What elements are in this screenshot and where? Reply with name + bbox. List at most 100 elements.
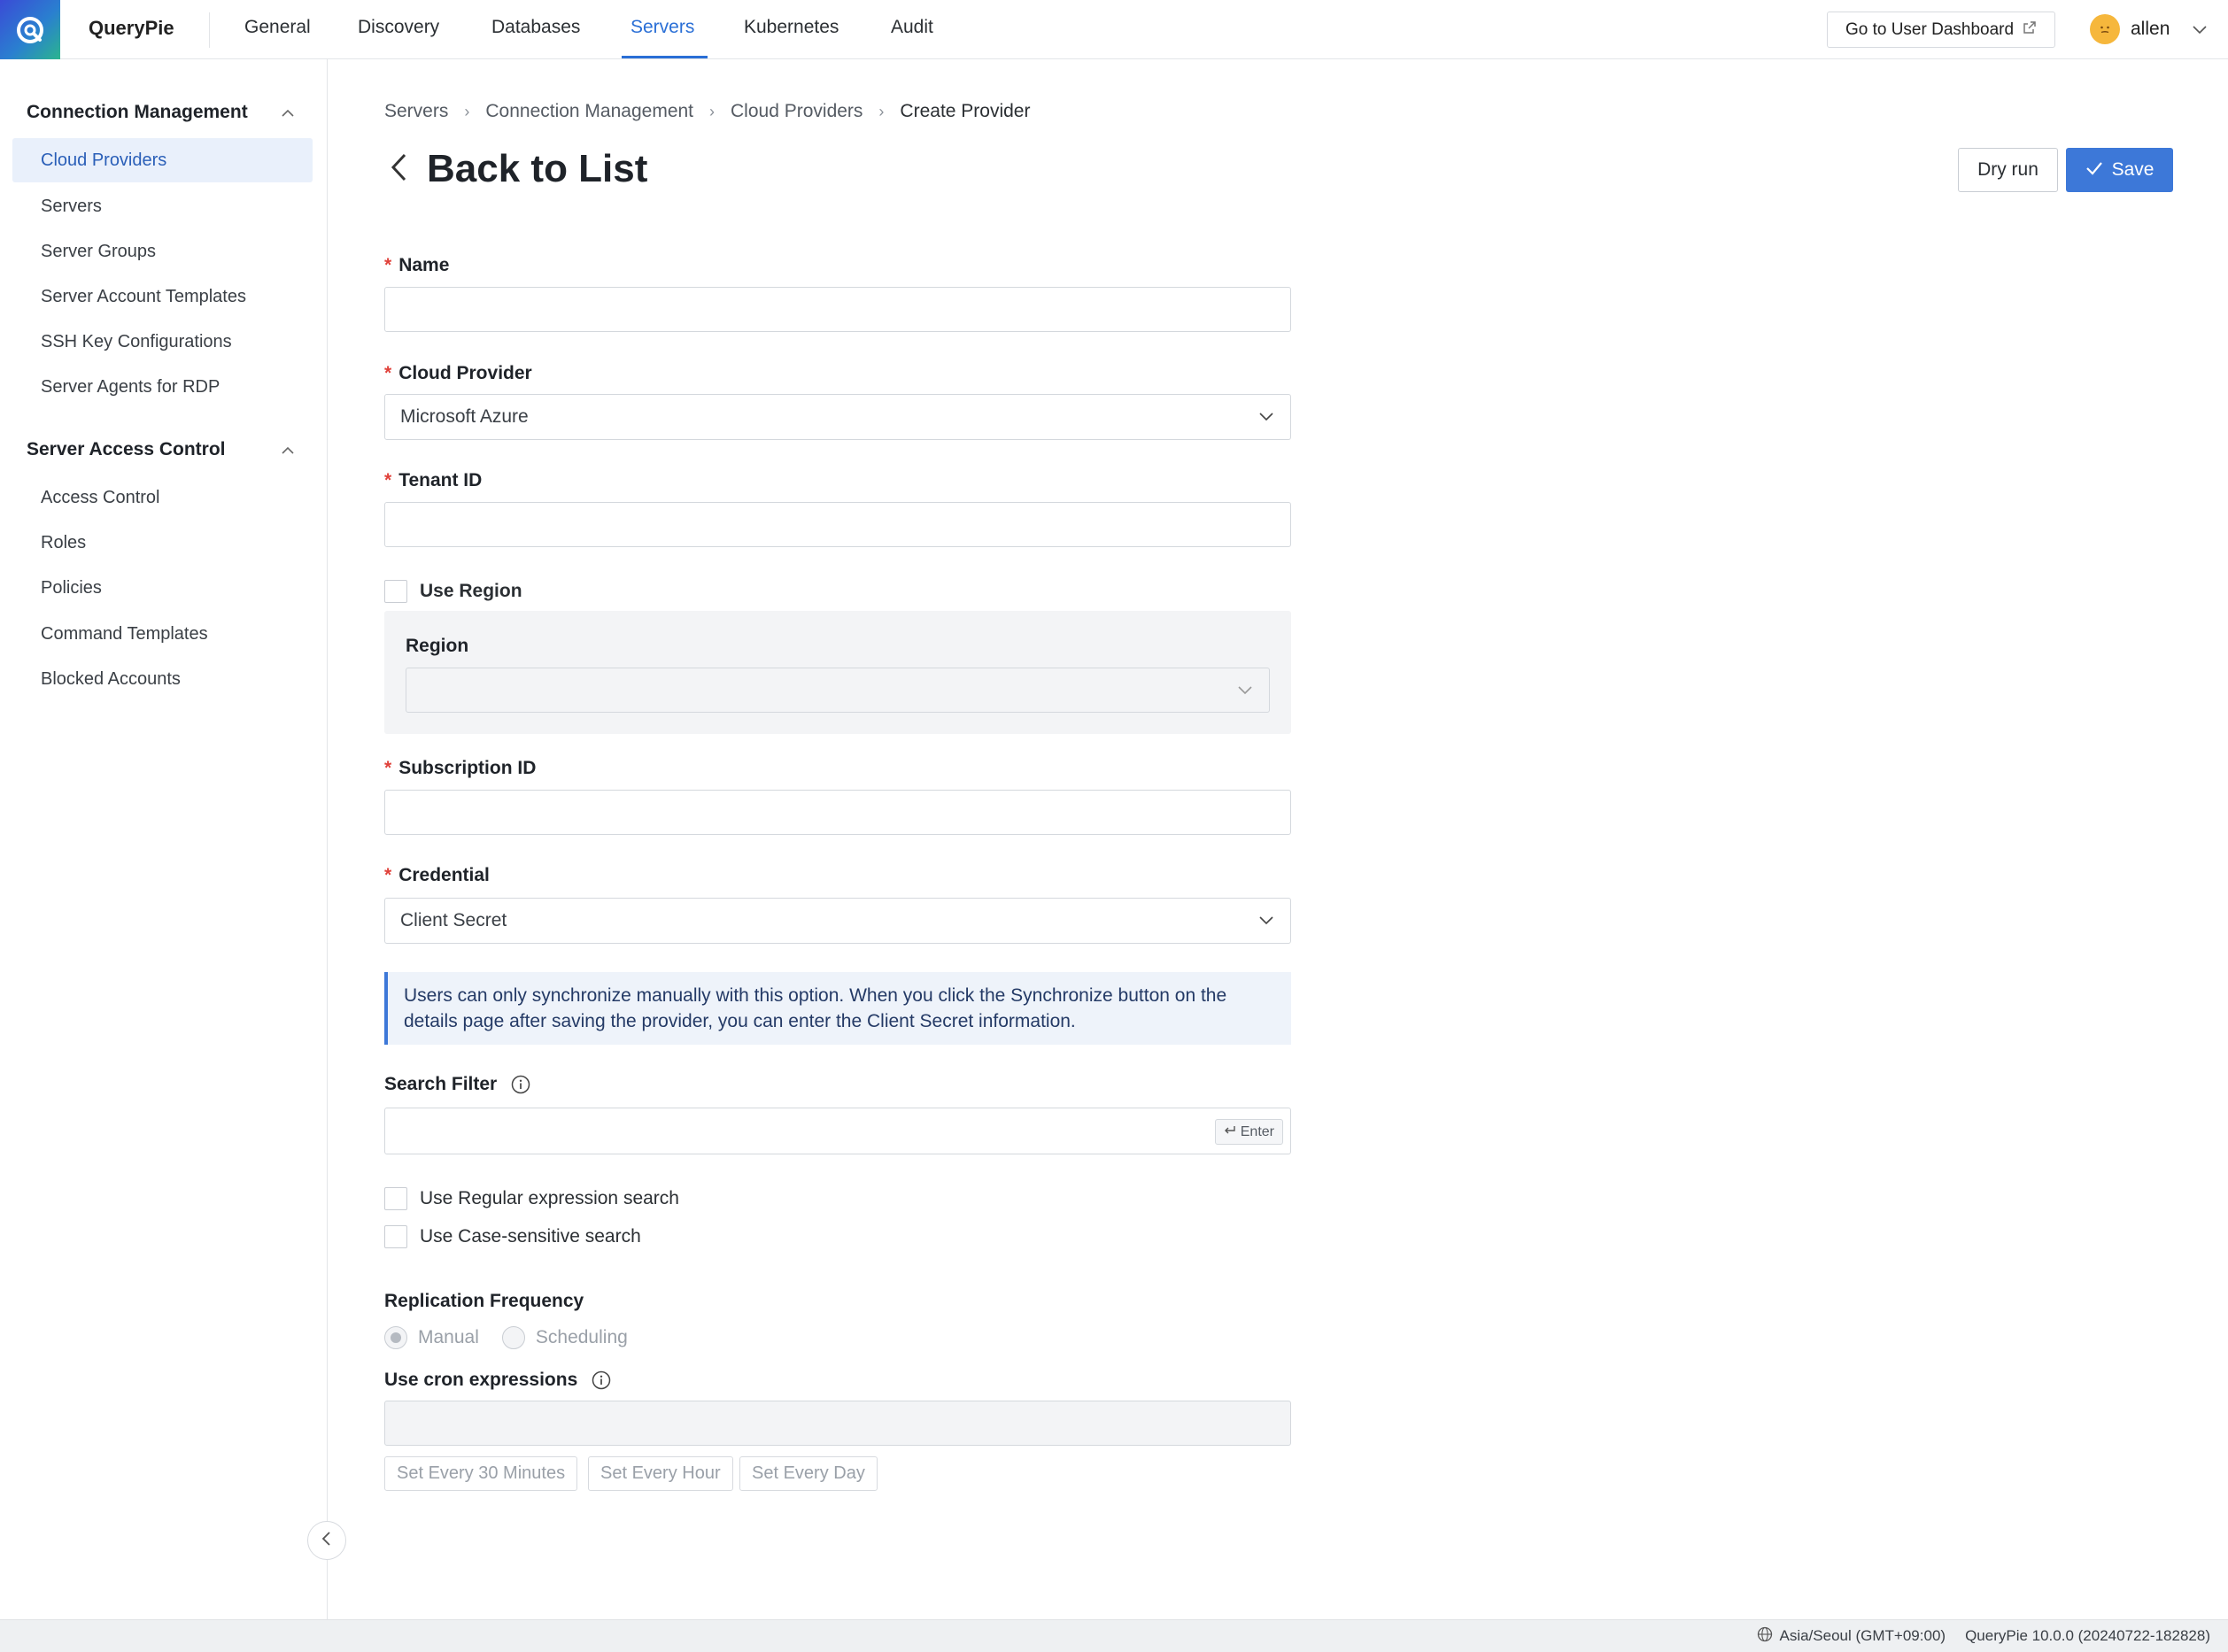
use-region-checkbox[interactable] <box>384 580 407 603</box>
manual-radio-label: Manual <box>418 1327 479 1347</box>
chevron-right-icon: › <box>709 102 716 120</box>
name-label-text: Name <box>398 255 450 275</box>
querypie-logo-icon[interactable] <box>0 0 60 59</box>
chevron-right-icon: › <box>464 102 470 120</box>
sidebar-item-server-groups[interactable]: Server Groups <box>12 229 313 274</box>
back-to-list-link[interactable]: Back to List <box>390 147 647 191</box>
breadcrumb-servers[interactable]: Servers <box>384 101 448 122</box>
cloud-provider-label: * Cloud Provider <box>384 363 532 384</box>
user-name: allen <box>2131 19 2170 39</box>
region-select[interactable] <box>406 668 1270 713</box>
tenant-id-field[interactable] <box>384 502 1291 547</box>
tenant-id-label: * Tenant ID <box>384 470 482 491</box>
region-label: Region <box>406 636 469 656</box>
external-link-icon <box>2023 20 2037 40</box>
cloud-provider-select[interactable]: Microsoft Azure <box>384 394 1291 440</box>
use-regex-checkbox-row[interactable]: Use Regular expression search <box>384 1187 679 1210</box>
save-button-label: Save <box>2111 159 2155 180</box>
replication-frequency-radio-group: Manual Scheduling <box>384 1326 628 1349</box>
top-navigation-bar: QueryPie General Discovery Databases Ser… <box>0 0 2228 59</box>
sidebar-item-server-account-templates[interactable]: Server Account Templates <box>12 274 313 319</box>
go-to-user-dashboard-button[interactable]: Go to User Dashboard <box>1827 12 2055 48</box>
sidebar-item-policies[interactable]: Policies <box>12 566 313 610</box>
sidebar-item-ssh-key-configurations[interactable]: SSH Key Configurations <box>12 320 313 364</box>
sidebar-item-blocked-accounts[interactable]: Blocked Accounts <box>12 657 313 701</box>
chevron-down-icon <box>1258 408 1274 429</box>
breadcrumb-create-provider: Create Provider <box>900 101 1031 121</box>
save-button[interactable]: Save <box>2066 148 2173 192</box>
divider <box>209 12 210 48</box>
sidebar-group-connection-management[interactable]: Connection Management <box>27 102 248 123</box>
required-asterisk: * <box>384 255 392 275</box>
subscription-id-label-text: Subscription ID <box>398 758 537 778</box>
collapse-sidebar-button[interactable] <box>307 1521 346 1560</box>
credential-notice: Users can only synchronize manually with… <box>384 972 1291 1045</box>
info-icon[interactable] <box>511 1075 530 1094</box>
page-title: Back to List <box>427 147 648 190</box>
sidebar-item-servers[interactable]: Servers <box>12 184 313 228</box>
sidebar-item-cloud-providers[interactable]: Cloud Providers <box>12 138 313 182</box>
timezone-text: Asia/Seoul (GMT+09:00) <box>1779 1627 1946 1644</box>
search-filter-input[interactable]: Enter <box>384 1108 1291 1154</box>
name-field[interactable] <box>384 287 1291 332</box>
chevron-left-icon[interactable] <box>390 152 407 187</box>
required-asterisk: * <box>384 758 392 778</box>
subscription-id-label: * Subscription ID <box>384 758 536 779</box>
radio-dot <box>391 1332 401 1343</box>
chevron-up-icon[interactable] <box>280 105 296 121</box>
cron-expression-input[interactable] <box>384 1401 1291 1446</box>
status-footer: Asia/Seoul (GMT+09:00) QueryPie 10.0.0 (… <box>0 1619 2228 1652</box>
sidebar-item-roles[interactable]: Roles <box>12 521 313 565</box>
name-label: * Name <box>384 255 449 276</box>
subscription-id-field[interactable] <box>384 790 1291 835</box>
tab-audit[interactable]: Audit <box>891 17 933 38</box>
timezone-indicator[interactable]: Asia/Seoul (GMT+09:00) <box>1757 1626 1946 1647</box>
breadcrumb-connection-management[interactable]: Connection Management <box>485 101 693 122</box>
required-asterisk: * <box>384 470 392 490</box>
credential-select[interactable]: Client Secret <box>384 898 1291 944</box>
tab-kubernetes[interactable]: Kubernetes <box>744 17 839 38</box>
tab-general[interactable]: General <box>244 17 311 38</box>
dry-run-button[interactable]: Dry run <box>1958 148 2058 192</box>
sidebar-item-access-control[interactable]: Access Control <box>12 475 313 520</box>
manual-radio[interactable] <box>384 1326 407 1349</box>
cron-label-text: Use cron expressions <box>384 1370 578 1390</box>
cron-label: Use cron expressions <box>384 1370 611 1391</box>
set-every-hour-button[interactable]: Set Every Hour <box>588 1456 733 1491</box>
dashboard-button-label: Go to User Dashboard <box>1845 19 2015 39</box>
tab-servers[interactable]: Servers <box>630 17 694 38</box>
search-filter-label-text: Search Filter <box>384 1074 498 1094</box>
set-every-day-button[interactable]: Set Every Day <box>739 1456 878 1491</box>
scheduling-radio[interactable] <box>501 1326 525 1349</box>
use-case-sensitive-checkbox-row[interactable]: Use Case-sensitive search <box>384 1225 641 1248</box>
user-menu[interactable]: allen <box>2090 14 2207 44</box>
info-icon[interactable] <box>592 1370 611 1390</box>
active-tab-indicator <box>622 56 708 58</box>
sidebar-item-server-agents-for-rdp[interactable]: Server Agents for RDP <box>12 365 313 409</box>
globe-icon <box>1757 1626 1773 1647</box>
use-regex-checkbox[interactable] <box>384 1187 407 1210</box>
credential-value: Client Secret <box>400 910 507 930</box>
sidebar-group-server-access-control[interactable]: Server Access Control <box>27 439 226 460</box>
use-region-checkbox-row[interactable]: Use Region <box>384 580 522 603</box>
cloud-provider-value: Microsoft Azure <box>400 406 529 427</box>
region-panel: Region <box>384 611 1291 734</box>
use-regex-label: Use Regular expression search <box>420 1188 679 1208</box>
replication-frequency-label: Replication Frequency <box>384 1291 584 1311</box>
use-case-sensitive-checkbox[interactable] <box>384 1225 407 1248</box>
tab-databases[interactable]: Databases <box>491 17 580 38</box>
chevron-down-icon <box>2193 19 2207 40</box>
chevron-up-icon[interactable] <box>280 443 296 459</box>
tab-discovery[interactable]: Discovery <box>358 17 439 38</box>
sidebar: Connection Management Cloud Providers Se… <box>0 59 328 1619</box>
set-every-30-minutes-button[interactable]: Set Every 30 Minutes <box>384 1456 578 1491</box>
sidebar-item-command-templates[interactable]: Command Templates <box>12 612 313 656</box>
chevron-left-icon <box>321 1531 332 1551</box>
breadcrumb-cloud-providers[interactable]: Cloud Providers <box>731 101 863 122</box>
return-icon <box>1224 1124 1236 1140</box>
enter-key-hint[interactable]: Enter <box>1214 1119 1283 1145</box>
chevron-right-icon: › <box>878 102 885 120</box>
tenant-id-label-text: Tenant ID <box>398 470 483 490</box>
chevron-down-icon <box>1258 912 1274 933</box>
chevron-down-icon <box>1237 682 1253 702</box>
